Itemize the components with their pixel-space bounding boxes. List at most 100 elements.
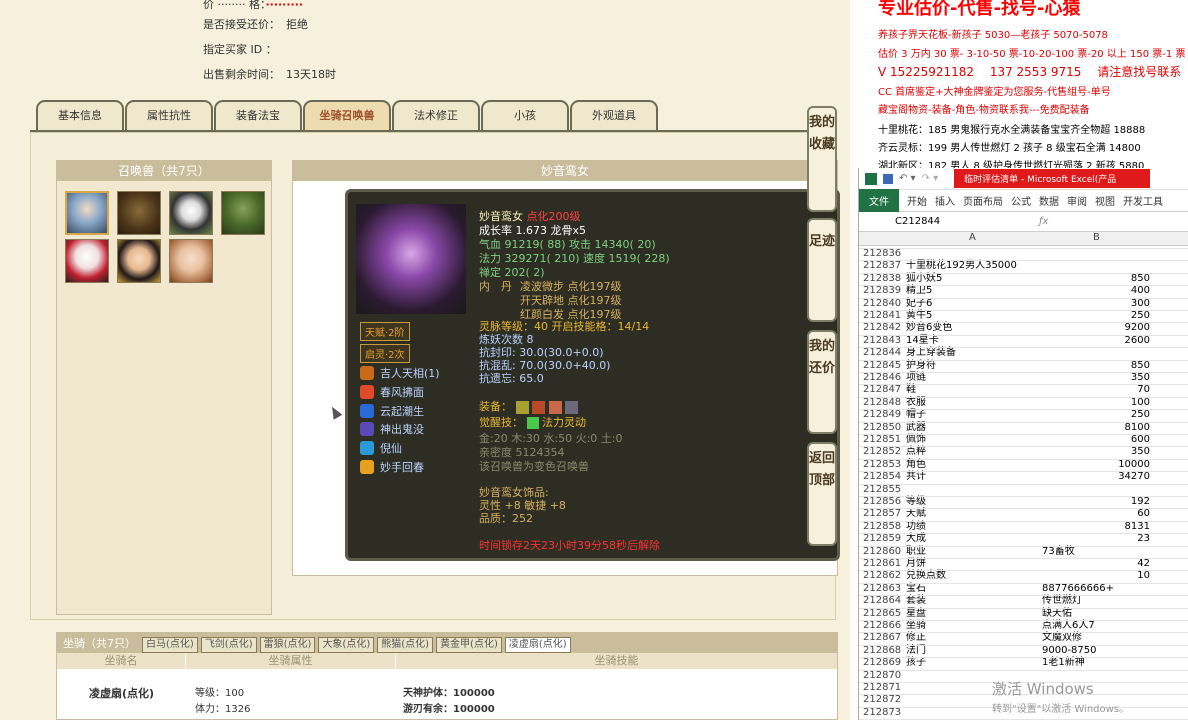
cell-b[interactable]: 2600 <box>1042 335 1150 347</box>
sheet-row[interactable]: 212843 14星卡 2600 <box>859 335 1188 347</box>
cell-a[interactable]: 狐小妖5 <box>906 273 942 285</box>
cell-b[interactable]: 点满人6人7 <box>1042 620 1150 632</box>
cell-b[interactable]: 8877666666+ <box>1042 583 1150 595</box>
sheet-row[interactable]: 212869 孩子 1老1新神 <box>859 657 1188 669</box>
side-btn-history[interactable]: 足迹 <box>807 218 837 322</box>
equip-icon[interactable] <box>515 400 529 414</box>
cell-b[interactable]: 70 <box>1042 384 1150 396</box>
row-number[interactable]: 212845 <box>863 360 905 372</box>
sheet-row[interactable]: 212842 妙音6变色 9200 <box>859 322 1188 334</box>
skill-6[interactable]: 妙手回春 <box>360 458 424 476</box>
row-number[interactable]: 212839 <box>863 285 905 297</box>
menu-home[interactable]: 开始 <box>907 193 927 208</box>
pet-avatar-5[interactable] <box>65 239 109 283</box>
row-number[interactable]: 212855 <box>863 484 905 496</box>
cell-a[interactable]: 鞋 <box>906 384 916 396</box>
row-number[interactable]: 212849 <box>863 409 905 421</box>
cell-b[interactable]: 8131 <box>1042 521 1150 533</box>
row-number[interactable]: 212846 <box>863 372 905 384</box>
menu-view[interactable]: 视图 <box>1095 193 1115 208</box>
cell-a[interactable]: 衣服 <box>906 397 926 409</box>
sheet-row[interactable]: 212850 武器 8100 <box>859 422 1188 434</box>
mount-tab-5[interactable]: 熊猫(点化) <box>377 637 434 653</box>
cell-a[interactable]: 法门 <box>906 645 926 657</box>
cell-b[interactable]: 850 <box>1042 273 1150 285</box>
row-number[interactable]: 212838 <box>863 273 905 285</box>
row-number[interactable]: 212871 <box>863 682 905 694</box>
cell-a[interactable]: 套装 <box>906 595 926 607</box>
skill-5[interactable]: 倪仙 <box>360 439 402 457</box>
skill-2[interactable]: 春风拂面 <box>360 383 424 401</box>
cell-b[interactable]: 传世燃灯 <box>1042 595 1150 607</box>
sheet-row[interactable]: 212866 坐骑 点满人6人7 <box>859 620 1188 632</box>
sheet-row[interactable]: 212839 精卫5 400 <box>859 285 1188 297</box>
mount-tab-6[interactable]: 黄金甲(点化) <box>436 637 502 653</box>
sheet-row[interactable]: 212845 护身符 850 <box>859 360 1188 372</box>
row-number[interactable]: 212848 <box>863 397 905 409</box>
row-number[interactable]: 212853 <box>863 459 905 471</box>
sheet-row[interactable]: 212865 星盘 缺天佑 <box>859 608 1188 620</box>
sheet-row[interactable]: 212848 衣服 100 <box>859 397 1188 409</box>
mount-tab-4[interactable]: 大象(点化) <box>318 637 375 653</box>
cell-b[interactable]: 10000 <box>1042 459 1150 471</box>
cell-a[interactable]: 兑换点数 <box>906 570 946 582</box>
sheet-row[interactable]: 212868 法门 9000-8750 <box>859 645 1188 657</box>
cell-b[interactable]: 192 <box>1042 496 1150 508</box>
row-number[interactable]: 212860 <box>863 546 905 558</box>
skill-4[interactable]: 神出鬼没 <box>360 420 424 438</box>
side-btn-favorites[interactable]: 我的收藏 <box>807 106 837 212</box>
col-header-b[interactable]: B <box>1093 232 1100 243</box>
cell-b[interactable]: 缺天佑 <box>1042 608 1150 620</box>
cell-a[interactable]: 功绩 <box>906 521 926 533</box>
sheet-row[interactable]: 212860 职业 73畜牧 <box>859 546 1188 558</box>
cell-a[interactable]: 星盘 <box>906 608 926 620</box>
row-number[interactable]: 212873 <box>863 707 905 719</box>
cell-a[interactable]: 大成 <box>906 533 926 545</box>
cell-b[interactable]: 350 <box>1042 372 1150 384</box>
sheet-row[interactable]: 212859 大成 23 <box>859 533 1188 545</box>
row-number[interactable]: 212866 <box>863 620 905 632</box>
fx-icon[interactable]: ƒx <box>1039 216 1048 227</box>
cell-a[interactable]: 14星卡 <box>906 335 939 347</box>
row-number[interactable]: 212851 <box>863 434 905 446</box>
pet-avatar-2[interactable] <box>117 191 161 235</box>
cell-a[interactable]: 坐骑 <box>906 620 926 632</box>
row-number[interactable]: 212842 <box>863 322 905 334</box>
tab-equipment[interactable]: 装备法宝 <box>214 100 302 130</box>
cell-a[interactable]: 等级 <box>906 496 926 508</box>
row-number[interactable]: 212864 <box>863 595 905 607</box>
row-number[interactable]: 212863 <box>863 583 905 595</box>
cell-b[interactable]: 8100 <box>1042 422 1150 434</box>
skill-1[interactable]: 吉人天相(1) <box>360 364 440 382</box>
cell-b[interactable]: 250 <box>1042 409 1150 421</box>
cell-a[interactable]: 职业 <box>906 546 926 558</box>
sheet-row[interactable]: 212856 等级 192 <box>859 496 1188 508</box>
tab-appearance[interactable]: 外观道具 <box>570 100 658 130</box>
cell-b[interactable]: 60 <box>1042 508 1150 520</box>
tab-mounts-pets[interactable]: 坐骑召唤兽 <box>303 100 391 130</box>
row-number[interactable]: 212852 <box>863 446 905 458</box>
sheet-row[interactable]: 212837 十里桃花192男人35000 <box>859 260 1188 272</box>
equip-icon[interactable] <box>565 400 578 414</box>
row-number[interactable]: 212847 <box>863 384 905 396</box>
row-number[interactable]: 212856 <box>863 496 905 508</box>
sheet-row[interactable]: 212841 黄牛5 250 <box>859 310 1188 322</box>
pet-avatar-6[interactable] <box>117 239 161 283</box>
sheet-row[interactable]: 212858 功绩 8131 <box>859 521 1188 533</box>
sheet-row[interactable]: 212840 妃子6 300 <box>859 298 1188 310</box>
sheet-row[interactable]: 212863 宝石 8877666666+ <box>859 583 1188 595</box>
sheet-row[interactable]: 212857 天赋 60 <box>859 508 1188 520</box>
sheet-row[interactable]: 212838 狐小妖5 850 <box>859 273 1188 285</box>
sheet-row[interactable]: 212844 身上穿装备 <box>859 347 1188 359</box>
cell-b[interactable]: 9200 <box>1042 322 1150 334</box>
cell-b[interactable]: 23 <box>1042 533 1150 545</box>
equip-icon[interactable] <box>548 400 562 414</box>
cell-b[interactable]: 34270 <box>1042 471 1150 483</box>
menu-data[interactable]: 数据 <box>1039 193 1059 208</box>
menu-insert[interactable]: 插入 <box>935 193 955 208</box>
row-number[interactable]: 212840 <box>863 298 905 310</box>
cell-b[interactable]: 1老1新神 <box>1042 657 1150 669</box>
row-number[interactable]: 212858 <box>863 521 905 533</box>
row-number[interactable]: 212867 <box>863 632 905 644</box>
sheet-row[interactable]: 212854 共计 34270 <box>859 471 1188 483</box>
